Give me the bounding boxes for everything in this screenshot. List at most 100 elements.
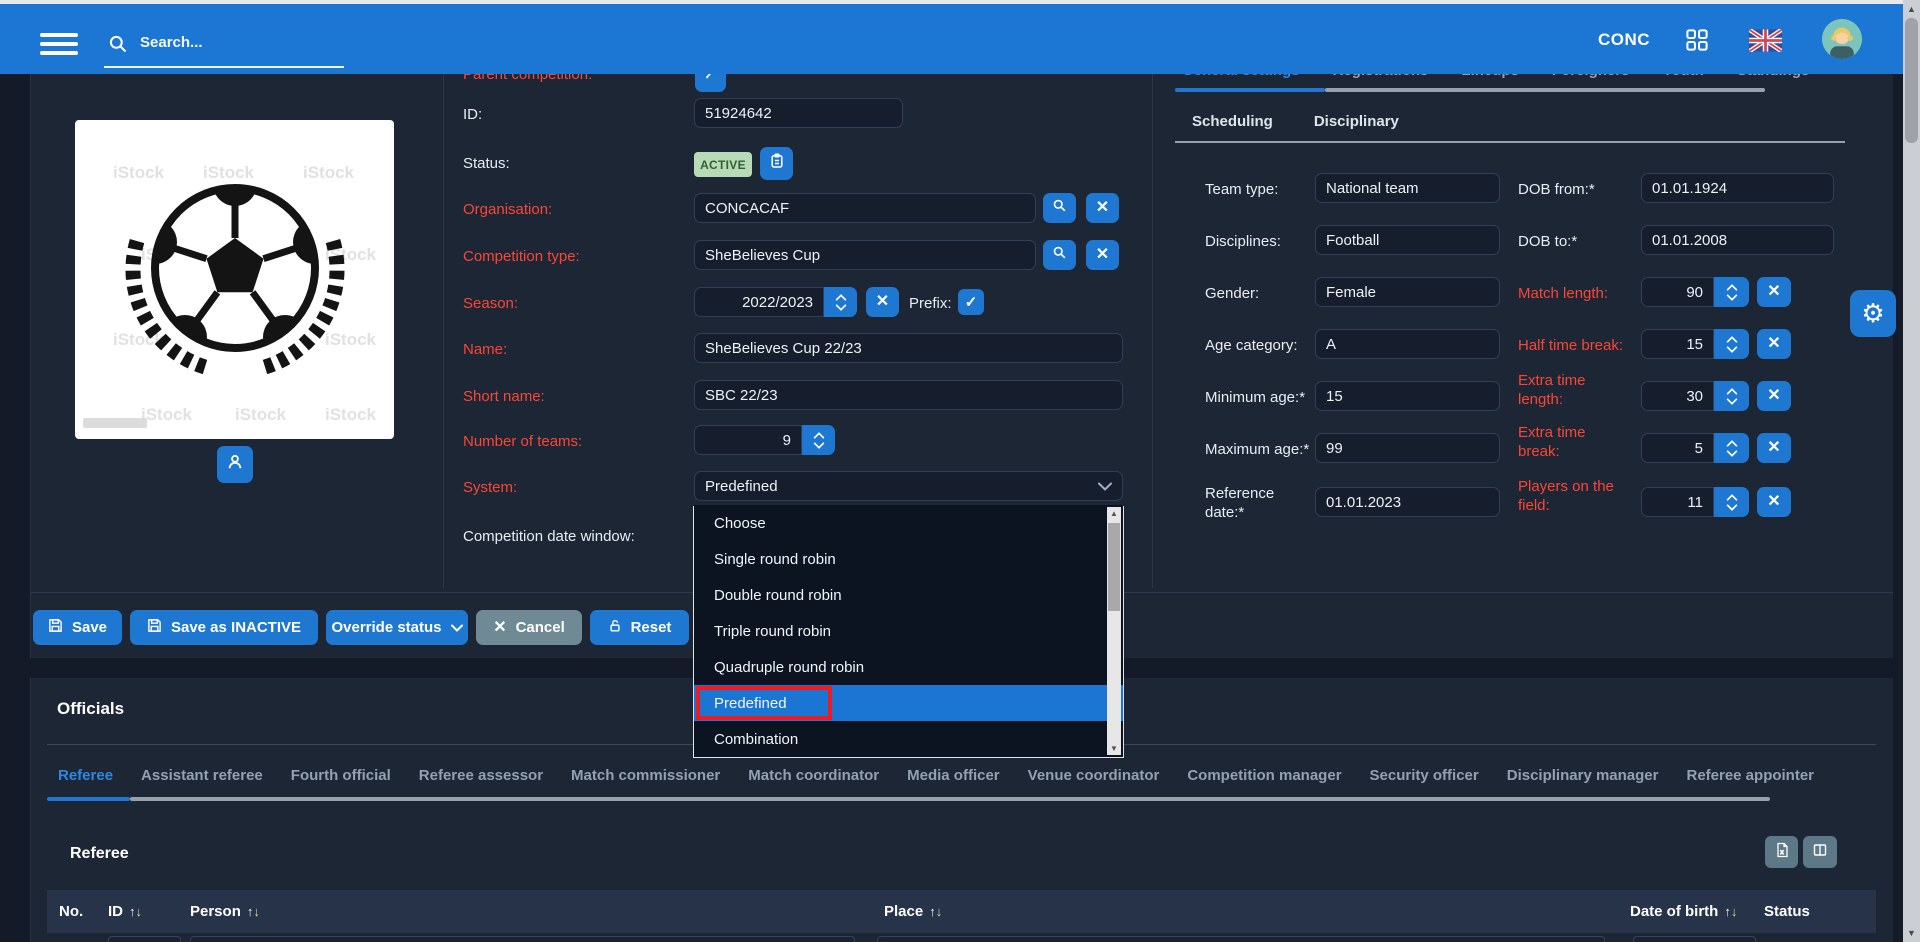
extra-time-break-clear-button[interactable]: ✕	[1757, 433, 1791, 463]
cancel-button[interactable]: ✕ Cancel	[476, 610, 582, 645]
sort-icon[interactable]: ↑↓	[929, 904, 942, 919]
option-combination[interactable]: Combination	[694, 721, 1123, 757]
columns-toggle-button[interactable]	[1803, 836, 1837, 868]
gender-field[interactable]: Female	[1315, 277, 1500, 307]
col-place[interactable]: Place↑↓	[884, 903, 942, 920]
age-category-label: Age category:	[1205, 337, 1298, 354]
tab-match-coordinator[interactable]: Match coordinator	[748, 767, 879, 784]
export-excel-button[interactable]	[1765, 836, 1798, 868]
organisation-search-button[interactable]	[1043, 193, 1076, 223]
place-filter-input[interactable]	[877, 936, 1605, 942]
reset-button[interactable]: Reset	[590, 610, 689, 645]
match-length-field[interactable]: 90	[1641, 277, 1714, 307]
match-length-clear-button[interactable]: ✕	[1757, 277, 1791, 307]
save-as-inactive-button[interactable]: Save as INACTIVE	[130, 610, 318, 645]
season-stepper[interactable]	[824, 287, 857, 317]
dob-from-field[interactable]: 01.01.1924	[1641, 173, 1834, 203]
name-field[interactable]: SheBelieves Cup 22/23	[694, 333, 1123, 363]
half-time-break-field[interactable]: 15	[1641, 329, 1714, 359]
reference-date-field[interactable]: 01.01.2023	[1315, 487, 1500, 517]
user-avatar[interactable]	[1822, 19, 1862, 59]
half-time-break-clear-button[interactable]: ✕	[1757, 329, 1791, 359]
option-single-round-robin[interactable]: Single round robin	[694, 541, 1123, 577]
season-field[interactable]: 2022/2023	[694, 287, 824, 317]
tab-match-commissioner[interactable]: Match commissioner	[571, 767, 720, 784]
tab-security-officer[interactable]: Security officer	[1370, 767, 1479, 784]
browser-edge	[0, 0, 1920, 4]
sort-icon[interactable]: ↑↓	[247, 904, 260, 919]
dropdown-scrollbar[interactable]: ▲ ▼	[1107, 507, 1121, 755]
number-of-teams-field[interactable]: 9	[694, 425, 802, 455]
maximum-age-field[interactable]: 99	[1315, 433, 1500, 463]
organisation-field[interactable]: CONCACAF	[694, 193, 1036, 223]
competition-type-search-button[interactable]	[1043, 240, 1076, 270]
competition-type-field[interactable]: SheBelieves Cup	[694, 240, 1036, 270]
hamburger-menu-icon[interactable]	[40, 33, 78, 55]
disciplines-field[interactable]: Football	[1315, 225, 1500, 255]
id-field[interactable]: 51924642	[694, 98, 903, 128]
scroll-down-icon[interactable]: ▼	[1903, 925, 1920, 941]
players-on-field-clear-button[interactable]: ✕	[1757, 487, 1791, 517]
competition-type-clear-button[interactable]: ✕	[1086, 240, 1119, 270]
logo-person-button[interactable]	[217, 446, 253, 483]
dob-filter-input[interactable]	[1633, 936, 1756, 942]
tab-referee-appointer[interactable]: Referee appointer	[1686, 767, 1814, 784]
tab-disciplinary-manager[interactable]: Disciplinary manager	[1507, 767, 1659, 784]
match-length-stepper[interactable]	[1714, 277, 1749, 307]
language-flag-uk-icon[interactable]	[1749, 29, 1782, 52]
dropdown-scroll-thumb[interactable]	[1108, 523, 1120, 611]
organisation-clear-button[interactable]: ✕	[1086, 193, 1119, 223]
extra-time-length-stepper[interactable]	[1714, 381, 1749, 411]
tabs-row2-underline	[1175, 141, 1845, 143]
tab-media-officer[interactable]: Media officer	[907, 767, 1000, 784]
status-history-button[interactable]	[760, 147, 793, 180]
tab-disciplinary[interactable]: Disciplinary	[1314, 113, 1399, 130]
dob-to-value: 01.01.2008	[1652, 232, 1727, 249]
short-name-field[interactable]: SBC 22/23	[694, 380, 1123, 410]
override-status-button[interactable]: Override status	[326, 610, 468, 645]
scroll-up-icon[interactable]: ▲	[1903, 1, 1920, 17]
option-quadruple-round-robin[interactable]: Quadruple round robin	[694, 649, 1123, 685]
sort-icon[interactable]: ↑↓	[1724, 904, 1737, 919]
search-input[interactable]	[138, 33, 338, 52]
tab-assistant-referee[interactable]: Assistant referee	[141, 767, 263, 784]
tab-referee-assessor[interactable]: Referee assessor	[419, 767, 543, 784]
page-scrollbar[interactable]: ▲ ▼	[1903, 0, 1920, 942]
col-person[interactable]: Person↑↓	[190, 903, 260, 920]
extra-time-break-stepper[interactable]	[1714, 433, 1749, 463]
sort-icon[interactable]: ↑↓	[129, 904, 142, 919]
option-triple-round-robin[interactable]: Triple round robin	[694, 613, 1123, 649]
dob-to-field[interactable]: 01.01.2008	[1641, 225, 1834, 255]
settings-gear-button[interactable]: ⚙	[1850, 290, 1896, 337]
half-time-break-stepper[interactable]	[1714, 329, 1749, 359]
players-on-field-stepper[interactable]	[1714, 487, 1749, 517]
org-code-label[interactable]: CONC	[1598, 30, 1650, 50]
system-select[interactable]: Predefined	[694, 471, 1123, 501]
tab-fourth-official[interactable]: Fourth official	[291, 767, 391, 784]
option-double-round-robin[interactable]: Double round robin	[694, 577, 1123, 613]
page-scroll-thumb[interactable]	[1905, 18, 1918, 143]
team-type-field[interactable]: National team	[1315, 173, 1500, 203]
minimum-age-field[interactable]: 15	[1315, 381, 1500, 411]
person-filter-input[interactable]	[190, 936, 855, 942]
extra-time-break-field[interactable]: 5	[1641, 433, 1714, 463]
number-of-teams-stepper[interactable]	[802, 425, 835, 455]
scroll-up-icon[interactable]: ▲	[1107, 507, 1121, 520]
age-category-field[interactable]: A	[1315, 329, 1500, 359]
extra-time-length-field[interactable]: 30	[1641, 381, 1714, 411]
tab-referee[interactable]: Referee	[58, 767, 113, 784]
tab-scheduling[interactable]: Scheduling	[1192, 113, 1273, 130]
players-on-field-field[interactable]: 11	[1641, 487, 1714, 517]
option-choose[interactable]: Choose	[694, 505, 1123, 541]
tab-competition-manager[interactable]: Competition manager	[1187, 767, 1341, 784]
id-filter-input[interactable]	[108, 936, 181, 942]
col-date-of-birth[interactable]: Date of birth↑↓	[1630, 903, 1737, 920]
col-id[interactable]: ID↑↓	[108, 903, 142, 920]
tab-venue-coordinator[interactable]: Venue coordinator	[1028, 767, 1160, 784]
season-clear-button[interactable]: ✕	[866, 287, 899, 317]
save-button[interactable]: Save	[33, 610, 122, 645]
extra-time-length-clear-button[interactable]: ✕	[1757, 381, 1791, 411]
apps-grid-icon[interactable]	[1685, 28, 1709, 57]
scroll-down-icon[interactable]: ▼	[1107, 742, 1121, 755]
prefix-checkbox[interactable]: ✓	[958, 289, 984, 315]
